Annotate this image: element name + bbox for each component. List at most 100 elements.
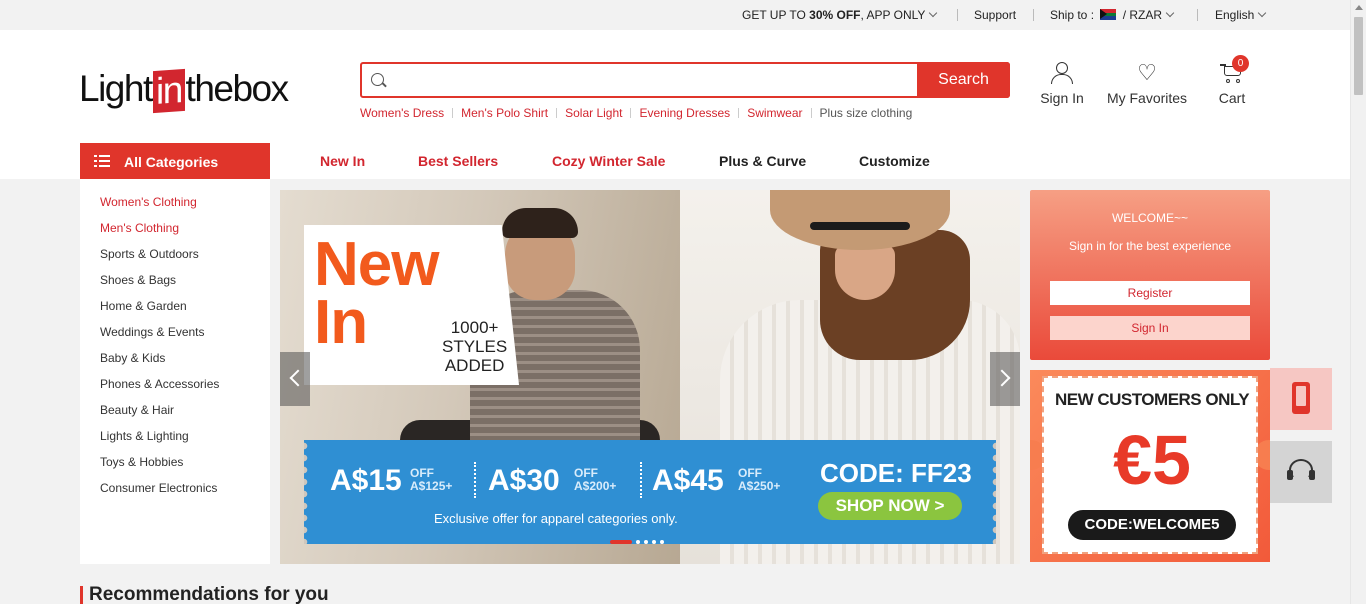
hot-search-link[interactable]: Plus size clothing [820,106,913,120]
carousel-dot[interactable] [636,540,640,544]
sign-in-label: Sign In [1040,90,1084,106]
headset-icon [1286,457,1316,485]
new-in-line1: New [314,230,439,299]
logo-text-light: Light [79,68,153,109]
hero-banner[interactable]: New In 1000+ STYLES ADDED A$15 OFF A$125… [280,190,1020,564]
search-bar: Search [360,62,1010,98]
sidebar-item-home-garden[interactable]: Home & Garden [100,299,187,313]
heading-accent-bar [80,586,83,604]
styles-line1: 1000+ [450,318,499,337]
scroll-up-icon[interactable] [1355,5,1363,10]
divider [957,9,958,21]
app-promo-prefix: GET UP TO [742,8,810,22]
offer-divider [640,462,642,498]
app-download-button[interactable] [1270,368,1332,430]
list-icon [94,155,110,167]
carousel-dot[interactable] [644,540,648,544]
coupon-code: CODE:WELCOME5 [1068,510,1236,540]
sidebar-item-beauty-hair[interactable]: Beauty & Hair [100,403,174,417]
styles-line2: STYLES [442,337,508,356]
new-customer-coupon[interactable]: NEW CUSTOMERS ONLY €5 CODE:WELCOME5 [1030,370,1270,562]
chevron-right-icon [993,369,1011,387]
banner-next-button[interactable] [990,352,1020,406]
search-button[interactable]: Search [917,62,1010,98]
carousel-dot[interactable] [652,540,656,544]
category-sidebar: Women's Clothing Men's Clothing Sports &… [80,179,270,564]
hot-search-link[interactable]: Men's Polo Shirt [461,106,548,120]
chevron-down-icon [1165,8,1175,18]
banner-prev-button[interactable] [280,352,310,406]
sidebar-item-toys-hobbies[interactable]: Toys & Hobbies [100,455,183,469]
scrollbar-thumb[interactable] [1354,17,1363,95]
logo-text-in: in [152,68,185,114]
cart-label: Cart [1218,90,1246,106]
register-button[interactable]: Register [1050,281,1250,305]
chevron-left-icon [289,369,307,387]
carousel-dot[interactable] [610,540,632,544]
page-scrollbar[interactable] [1350,0,1366,604]
top-bar: GET UP TO 30% OFF, APP ONLY Support Ship… [0,0,1350,30]
new-in-line2: In [314,288,368,357]
offer-detail: OFF A$250+ [738,467,780,493]
sign-in-button[interactable]: Sign In [1040,62,1084,106]
coupon-card: NEW CUSTOMERS ONLY €5 CODE:WELCOME5 [1042,376,1258,554]
offer-amount: A$30 [488,464,560,497]
cart-count-badge: 0 [1232,55,1249,72]
heart-icon: ♡ [1137,60,1157,85]
language-selector[interactable]: English [1215,8,1267,22]
app-promo-bold: 30% OFF [809,8,861,22]
promo-code: CODE: FF23 [820,458,972,488]
sidebar-item-weddings-events[interactable]: Weddings & Events [100,325,205,339]
ship-to-selector[interactable]: Ship to : / RZAR [1050,8,1175,22]
all-categories-button[interactable]: All Categories [80,143,270,179]
welcome-panel: WELCOME~~ Sign in for the best experienc… [1030,190,1270,360]
hot-search-link[interactable]: Women's Dress [360,106,444,120]
nav-plus-curve[interactable]: Plus & Curve [719,153,806,169]
sidebar-item-sports-outdoors[interactable]: Sports & Outdoors [100,247,199,261]
hot-search-link[interactable]: Evening Dresses [639,106,730,120]
my-favorites-button[interactable]: ♡ My Favorites [1106,60,1188,107]
phone-icon [1292,382,1310,414]
sidebar-item-baby-kids[interactable]: Baby & Kids [100,351,165,365]
nav-best-sellers[interactable]: Best Sellers [418,153,498,169]
new-in-headline: New In [314,230,439,357]
offer-amount: A$45 [652,464,724,497]
sidebar-item-womens-clothing[interactable]: Women's Clothing [100,195,197,209]
offer-divider [474,462,476,498]
chevron-down-icon [1258,8,1267,18]
search-icon [371,73,384,86]
sidebar-item-consumer-electronics[interactable]: Consumer Electronics [100,481,217,495]
offer-min-label: A$125+ [410,479,453,493]
coupon-amount: €5 [1113,421,1191,499]
hot-search-link[interactable]: Solar Light [565,106,622,120]
customer-service-button[interactable] [1270,441,1332,503]
hot-search-link[interactable]: Swimwear [747,106,802,120]
offer-detail: OFF A$200+ [574,467,616,493]
welcome-sign-in-button[interactable]: Sign In [1050,316,1250,340]
coupon-headline: NEW CUSTOMERS ONLY [1054,390,1250,409]
shop-now-button[interactable]: SHOP NOW > [818,492,962,520]
divider [1033,9,1034,21]
offer-amount: A$15 [330,464,402,497]
carousel-dot[interactable] [660,540,664,544]
app-promo-suffix: , APP ONLY [860,8,926,22]
nav-customize[interactable]: Customize [859,153,930,169]
search-input[interactable] [392,66,912,94]
sidebar-item-lights-lighting[interactable]: Lights & Lighting [100,429,189,443]
app-promo-link[interactable]: GET UP TO 30% OFF, APP ONLY [742,8,938,22]
sidebar-item-phones-accessories[interactable]: Phones & Accessories [100,377,219,391]
offer-min-label: A$250+ [738,479,781,493]
sidebar-item-shoes-bags[interactable]: Shoes & Bags [100,273,176,287]
offer-detail: OFF A$125+ [410,467,452,493]
styles-line3: ADDED [444,356,505,375]
welcome-subtitle: Sign in for the best experience [1068,239,1232,253]
lightinthebox-logo[interactable]: Light in thebox [79,68,290,114]
carousel-dots [610,540,668,544]
hot-searches: Women's Dress Men's Polo Shirt Solar Light… [360,106,912,120]
nav-cozy-winter-sale[interactable]: Cozy Winter Sale [552,153,665,169]
support-link[interactable]: Support [974,8,1016,22]
nav-new-in[interactable]: New In [320,153,365,169]
sidebar-item-mens-clothing[interactable]: Men's Clothing [100,221,179,235]
logo-text-thebox: thebox [185,68,290,109]
user-icon [1050,62,1074,84]
